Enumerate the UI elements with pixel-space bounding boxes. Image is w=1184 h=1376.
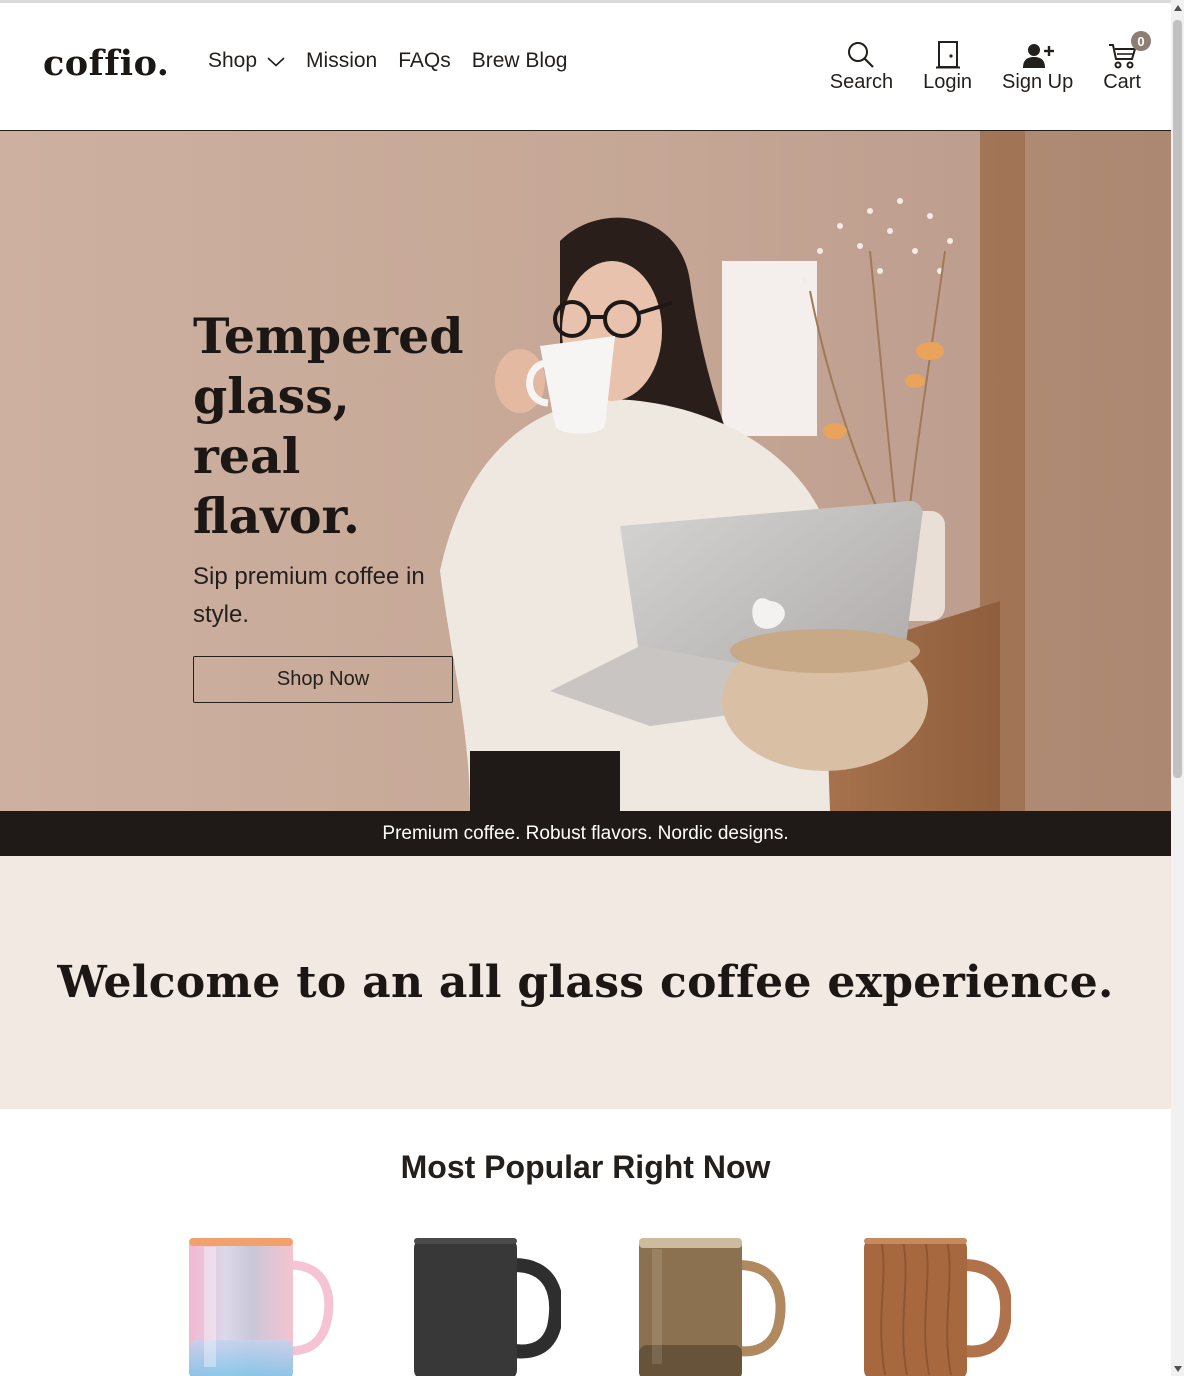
- login-label: Login: [923, 71, 973, 93]
- page-scrollbar[interactable]: [1171, 0, 1184, 1376]
- shop-now-button[interactable]: Shop Now: [193, 656, 453, 703]
- product-card-smoked-amber-glass-mug[interactable]: [636, 1235, 786, 1376]
- add-user-icon: [1022, 35, 1054, 69]
- login-button[interactable]: Login: [923, 35, 972, 94]
- welcome-section: Welcome to an all glass coffee experienc…: [0, 856, 1171, 1109]
- hero-section: Tempered glass, real flavor. Sip premium…: [0, 131, 1171, 811]
- hero-title: Tempered glass, real flavor.: [193, 307, 464, 545]
- nav-item-mission[interactable]: Mission: [306, 49, 377, 73]
- product-card-wood-grain-mug[interactable]: [861, 1235, 1013, 1376]
- hero-subtitle: Sip premium coffee in style.: [193, 563, 425, 628]
- nav-item-shop-label: Shop: [208, 49, 258, 72]
- popular-title: Most Popular Right Now: [400, 1149, 771, 1185]
- welcome-title: Welcome to an all glass coffee experienc…: [57, 957, 1114, 1008]
- product-card-iridescent-glass-mug[interactable]: [186, 1235, 336, 1376]
- cart-count-badge: 0: [1131, 31, 1151, 51]
- hero-image: [0, 131, 1171, 811]
- sign-up-label: Sign Up: [1002, 71, 1074, 93]
- smoked-amber-glass-mug-icon: [639, 1238, 786, 1376]
- cart-button[interactable]: Cart 0: [1103, 31, 1151, 94]
- search-icon: [847, 35, 875, 69]
- hero-copy: Tempered glass, real flavor. Sip premium…: [193, 306, 473, 703]
- product-list: [0, 1235, 1171, 1376]
- chevron-down-icon: [267, 49, 285, 73]
- header-actions: Search Login Sign Up Cart 0: [800, 31, 1151, 94]
- brand-logo[interactable]: coffio.: [43, 43, 169, 84]
- wood-grain-mug-icon: [864, 1238, 1013, 1376]
- door-icon: [935, 35, 960, 69]
- popular-section: Most Popular Right Now: [0, 1109, 1171, 1376]
- scroll-down-arrow-icon[interactable]: [1174, 1366, 1182, 1372]
- search-label: Search: [829, 71, 894, 93]
- site-header: coffio. Shop Mission FAQs Brew Blog Sear…: [0, 3, 1171, 131]
- main-nav: Shop Mission FAQs Brew Blog: [208, 49, 588, 73]
- product-card-black-mug[interactable]: [411, 1235, 564, 1376]
- nav-item-faqs[interactable]: FAQs: [398, 49, 451, 73]
- scrollbar-thumb[interactable]: [1173, 20, 1182, 778]
- cart-label: Cart: [1103, 71, 1141, 93]
- sign-up-button[interactable]: Sign Up: [1002, 35, 1073, 94]
- nav-item-brew-blog[interactable]: Brew Blog: [472, 49, 568, 73]
- promo-banner: Premium coffee. Robust flavors. Nordic d…: [0, 811, 1171, 856]
- search-button[interactable]: Search: [830, 35, 893, 94]
- iridescent-glass-mug-icon: [189, 1238, 334, 1376]
- scroll-up-arrow-icon[interactable]: [1174, 5, 1182, 11]
- nav-item-shop[interactable]: Shop: [208, 49, 285, 73]
- black-mug-icon: [414, 1238, 564, 1376]
